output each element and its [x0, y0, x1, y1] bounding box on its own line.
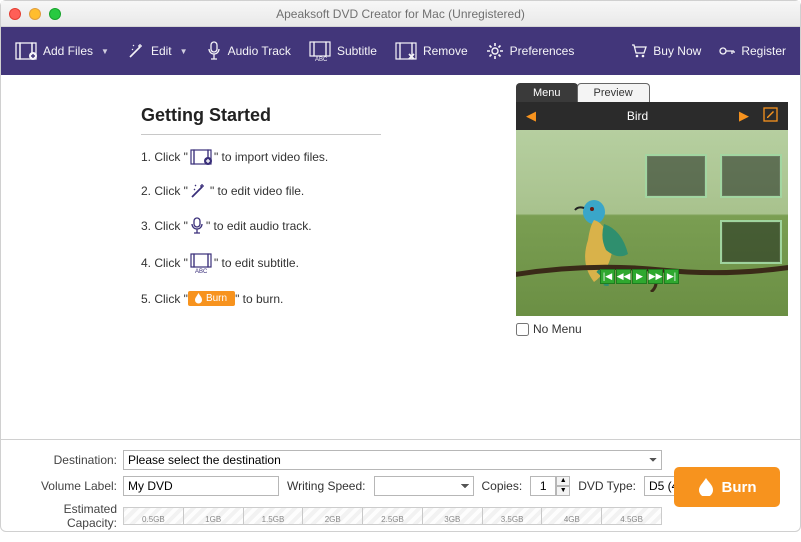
no-menu-checkbox[interactable]	[516, 323, 529, 336]
no-menu-label: No Menu	[533, 322, 582, 336]
remove-icon	[395, 42, 417, 60]
chevron-down-icon: ▼	[101, 47, 109, 56]
close-window-button[interactable]	[9, 8, 21, 20]
capacity-tick: 3.5GB	[483, 508, 543, 524]
preferences-button[interactable]: Preferences	[486, 42, 575, 60]
destination-select[interactable]: Please select the destination	[123, 450, 662, 470]
audio-track-label: Audio Track	[228, 44, 291, 58]
microphone-icon	[206, 41, 222, 61]
remove-label: Remove	[423, 44, 468, 58]
add-files-icon	[15, 42, 37, 60]
skip-back-button[interactable]: |◀	[600, 269, 615, 284]
capacity-tick: 4.5GB	[602, 508, 661, 524]
copies-up-button[interactable]: ▲	[556, 476, 570, 486]
capacity-bar: 0.5GB 1GB 1.5GB 2GB 2.5GB 3GB 3.5GB 4GB …	[123, 507, 662, 525]
main-area: Getting Started 1. Click " " to import v…	[1, 75, 800, 439]
menu-preview-frame: |◀ ◀◀ ▶ ▶▶ ▶|	[516, 130, 788, 316]
chevron-down-icon: ▼	[180, 47, 188, 56]
no-menu-option[interactable]: No Menu	[516, 322, 788, 336]
menu-template-header: ◀ Bird ▶	[516, 102, 788, 130]
capacity-tick: 3GB	[423, 508, 483, 524]
preview-tabs: Menu Preview	[516, 83, 788, 102]
burn-button[interactable]: Burn	[674, 467, 780, 507]
burn-badge: Burn	[188, 291, 235, 306]
capacity-tick: 4GB	[542, 508, 602, 524]
edit-button[interactable]: Edit ▼	[127, 42, 188, 60]
copies-input[interactable]	[530, 476, 556, 496]
menu-template-title: Bird	[536, 109, 739, 123]
copies-label: Copies:	[482, 479, 523, 493]
audio-track-button[interactable]: Audio Track	[206, 41, 291, 61]
capacity-tick: 2GB	[303, 508, 363, 524]
capacity-tick: 0.5GB	[124, 508, 184, 524]
menu-thumbnail[interactable]	[720, 220, 782, 264]
dvd-type-label: DVD Type:	[578, 479, 636, 493]
cart-icon	[631, 44, 647, 58]
edit-menu-button[interactable]	[763, 107, 778, 125]
svg-text:ABC: ABC	[195, 269, 208, 273]
volume-label-input[interactable]	[123, 476, 279, 496]
preferences-label: Preferences	[510, 44, 575, 58]
preview-panel: Menu Preview ◀ Bird ▶	[512, 75, 800, 439]
minimize-window-button[interactable]	[29, 8, 41, 20]
add-files-button[interactable]: Add Files ▼	[15, 42, 109, 60]
rewind-button[interactable]: ◀◀	[616, 269, 631, 284]
playback-controls: |◀ ◀◀ ▶ ▶▶ ▶|	[600, 269, 679, 284]
window-controls	[9, 8, 61, 20]
getting-started-panel: Getting Started 1. Click " " to import v…	[1, 75, 512, 439]
capacity-tick: 1.5GB	[244, 508, 304, 524]
magic-wand-icon	[190, 183, 208, 199]
divider	[141, 134, 381, 135]
destination-label: Destination:	[15, 453, 123, 467]
step-1: 1. Click " " to import video files.	[141, 149, 512, 165]
subtitle-icon: ABC	[309, 41, 331, 61]
register-label: Register	[741, 44, 786, 58]
remove-button[interactable]: Remove	[395, 42, 468, 60]
writing-speed-select[interactable]	[374, 476, 474, 496]
window-title: Apeaksoft DVD Creator for Mac (Unregiste…	[276, 7, 525, 21]
skip-forward-button[interactable]: ▶|	[664, 269, 679, 284]
copies-spinner: ▲ ▼	[530, 476, 570, 496]
capacity-label: Estimated Capacity:	[15, 502, 123, 530]
step-2: 2. Click " " to edit video file.	[141, 183, 512, 199]
svg-text:ABC: ABC	[315, 57, 328, 61]
menu-thumbnail[interactable]	[720, 154, 782, 198]
edit-label: Edit	[151, 44, 172, 58]
menu-thumbnail[interactable]	[645, 154, 707, 198]
capacity-tick: 1GB	[184, 508, 244, 524]
burn-button-label: Burn	[722, 479, 757, 496]
volume-label-label: Volume Label:	[15, 479, 123, 493]
flame-icon	[698, 478, 714, 496]
gear-icon	[486, 42, 504, 60]
magic-wand-icon	[127, 42, 145, 60]
register-button[interactable]: Register	[719, 44, 786, 58]
maximize-window-button[interactable]	[49, 8, 61, 20]
play-button[interactable]: ▶	[632, 269, 647, 284]
prev-template-button[interactable]: ◀	[526, 108, 536, 124]
key-icon	[719, 44, 735, 58]
subtitle-icon: ABC	[190, 253, 212, 273]
getting-started-heading: Getting Started	[141, 105, 381, 126]
subtitle-button[interactable]: ABC Subtitle	[309, 41, 377, 61]
add-files-label: Add Files	[43, 44, 93, 58]
capacity-tick: 2.5GB	[363, 508, 423, 524]
forward-button[interactable]: ▶▶	[648, 269, 663, 284]
tab-preview[interactable]: Preview	[577, 83, 650, 102]
buy-now-button[interactable]: Buy Now	[631, 44, 701, 58]
tab-menu[interactable]: Menu	[516, 83, 578, 102]
buy-now-label: Buy Now	[653, 44, 701, 58]
next-template-button[interactable]: ▶	[739, 108, 749, 124]
main-toolbar: Add Files ▼ Edit ▼ Audio Track ABC Subti…	[1, 27, 800, 75]
titlebar: Apeaksoft DVD Creator for Mac (Unregiste…	[1, 1, 800, 27]
step-5: 5. Click " Burn " to burn.	[141, 291, 512, 306]
add-files-icon	[190, 149, 212, 165]
subtitle-label: Subtitle	[337, 44, 377, 58]
step-4: 4. Click " ABC " to edit subtitle.	[141, 253, 512, 273]
writing-speed-label: Writing Speed:	[287, 479, 366, 493]
microphone-icon	[190, 217, 204, 235]
step-3: 3. Click " " to edit audio track.	[141, 217, 512, 235]
copies-down-button[interactable]: ▼	[556, 486, 570, 496]
